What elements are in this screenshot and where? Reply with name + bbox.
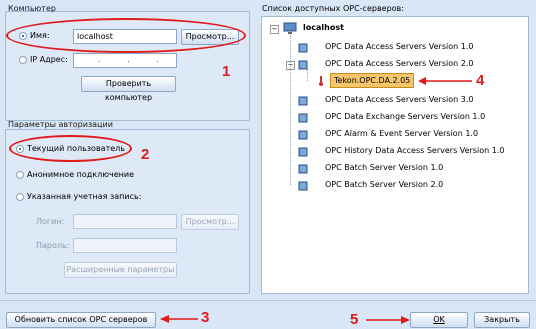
refresh-servers-button[interactable]: Обновить список OPC серверов: [6, 312, 156, 328]
tree-root-localhost[interactable]: localhost: [303, 23, 344, 32]
ip-address-input[interactable]: . . .: [73, 53, 177, 68]
server-list-title: Список доступных OPC-серверов:: [262, 4, 404, 13]
ip-dots: . . .: [98, 55, 171, 64]
server-group-icon: [298, 181, 308, 191]
advanced-settings-button[interactable]: Расширенные параметры: [64, 262, 177, 278]
annotation-3: 3: [201, 309, 210, 326]
tree-collapse-toggle[interactable]: −: [270, 25, 279, 34]
auth-group-title: Параметры авторизации: [8, 120, 113, 129]
server-group-icon: [298, 60, 308, 70]
tree-item-da1[interactable]: OPC Data Access Servers Version 1.0: [325, 42, 473, 51]
server-group-icon: [298, 43, 308, 53]
specified-account-radio[interactable]: [16, 193, 24, 201]
browse-account-button[interactable]: Просмотр...: [181, 214, 239, 230]
opc-server-tree[interactable]: − localhost OPC Data Access Servers Vers…: [261, 16, 529, 294]
ip-label: IP Адрес:: [30, 55, 68, 64]
tree-item-hda[interactable]: OPC History Data Access Servers Version …: [325, 146, 504, 155]
tree-item-tekon-selected[interactable]: Tekon.OPC.DA.2.05: [330, 73, 415, 88]
tree-line-root: [290, 35, 291, 185]
thermometer-icon: [319, 76, 323, 86]
specified-account-label: Указанная учетная запись:: [27, 192, 142, 201]
annotation-5: 5: [350, 311, 359, 328]
server-group-icon: [298, 96, 308, 106]
ip-radio[interactable]: [19, 56, 27, 64]
annotation-ellipse-2: [9, 135, 132, 162]
tree-item-ae[interactable]: OPC Alarm & Event Server Version 1.0: [325, 129, 478, 138]
server-group-icon: [298, 130, 308, 140]
tree-expand-toggle-da2[interactable]: −: [286, 61, 295, 70]
password-label: Пароль:: [36, 241, 70, 250]
tree-item-batch2[interactable]: OPC Batch Server Version 2.0: [325, 180, 443, 189]
close-button[interactable]: Закрыть: [474, 312, 530, 328]
server-group-icon: [298, 147, 308, 157]
password-input[interactable]: [73, 238, 177, 253]
computer-icon: [283, 22, 297, 34]
anonymous-radio[interactable]: [16, 171, 24, 179]
server-group-icon: [298, 113, 308, 123]
ok-button[interactable]: OK: [410, 312, 468, 328]
annotation-arrow-4: [418, 77, 472, 85]
login-input[interactable]: [73, 214, 177, 229]
annotation-arrow-5: [366, 316, 410, 324]
annotation-4: 4: [476, 72, 485, 89]
tree-item-da2[interactable]: OPC Data Access Servers Version 2.0: [325, 59, 473, 68]
tree-line-child: [307, 69, 308, 81]
annotation-arrow-3: [160, 315, 198, 323]
login-label: Логин:: [36, 217, 65, 226]
check-computer-button[interactable]: Проверить компьютер: [81, 76, 176, 102]
tree-item-dx[interactable]: OPC Data Exchange Servers Version 1.0: [325, 112, 485, 121]
tree-item-da3[interactable]: OPC Data Access Servers Version 3.0: [325, 95, 473, 104]
tree-item-batch1[interactable]: OPC Batch Server Version 1.0: [325, 163, 443, 172]
bottom-divider: [0, 300, 536, 301]
computer-group-title: Компьютер: [8, 4, 56, 13]
server-group-icon: [298, 164, 308, 174]
annotation-2: 2: [141, 146, 150, 163]
anonymous-label: Анонимное подключение: [27, 170, 134, 179]
annotation-1: 1: [222, 63, 231, 80]
annotation-ellipse-1: [6, 18, 246, 53]
